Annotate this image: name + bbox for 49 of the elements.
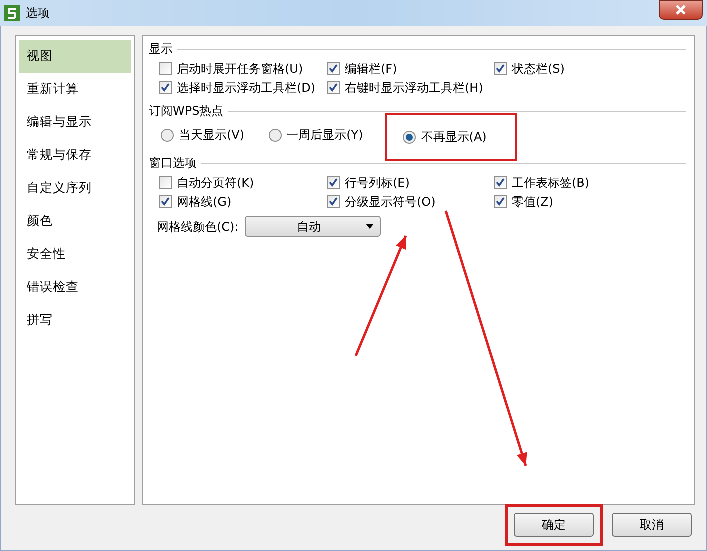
radio-button[interactable]: [403, 130, 416, 144]
sidebar-item[interactable]: 重新计算: [19, 73, 131, 106]
sidebar-item[interactable]: 颜色: [19, 205, 131, 238]
radio-button[interactable]: [161, 128, 174, 142]
checkbox[interactable]: [159, 195, 172, 208]
color-dropdown[interactable]: 自动: [244, 216, 381, 237]
app-icon: [4, 5, 20, 21]
sidebar-item[interactable]: 错误检查: [19, 271, 131, 304]
checkbox-label: 工作表标签(B): [512, 174, 590, 192]
field-label: 网格线颜色(C):: [157, 218, 239, 236]
radio-button[interactable]: [268, 128, 282, 142]
close-icon: [675, 5, 687, 15]
checkbox[interactable]: [494, 62, 507, 75]
window-title: 选项: [26, 5, 50, 22]
checkbox[interactable]: [494, 195, 507, 208]
sidebar-item[interactable]: 编辑与显示: [19, 106, 131, 139]
checkbox[interactable]: [159, 62, 172, 75]
sidebar-item[interactable]: 常规与保存: [19, 139, 131, 172]
checkbox-label: 行号列标(E): [345, 174, 410, 192]
radio-label: 一周后显示(Y): [286, 127, 364, 144]
checkbox[interactable]: [159, 81, 172, 94]
sidebar-item[interactable]: 拼写: [19, 304, 131, 337]
dialog-button[interactable]: 确定: [514, 513, 594, 537]
section-title: 显示: [149, 41, 173, 58]
section-title: 订阅WPS热点: [149, 103, 224, 120]
close-button[interactable]: [659, 0, 703, 20]
radio-label: 不再显示(A): [421, 129, 487, 146]
checkbox-label: 启动时展开任务窗格(U): [177, 60, 304, 78]
checkbox[interactable]: [327, 62, 340, 75]
dialog-button[interactable]: 取消: [612, 513, 692, 537]
checkbox-label: 分级显示符号(O): [345, 194, 436, 210]
checkbox-label: 右键时显示浮动工具栏(H): [345, 80, 484, 96]
checkbox[interactable]: [327, 81, 340, 94]
checkbox[interactable]: [159, 176, 172, 189]
checkbox-label: 状态栏(S): [512, 60, 565, 78]
checkbox[interactable]: [494, 176, 507, 189]
checkbox[interactable]: [327, 176, 340, 189]
sidebar-item[interactable]: 安全性: [19, 238, 131, 271]
checkbox-label: 编辑栏(F): [345, 60, 398, 78]
sidebar-item[interactable]: 视图: [19, 40, 131, 73]
sidebar-item[interactable]: 自定义序列: [19, 172, 131, 205]
radio-label: 当天显示(V): [179, 127, 245, 144]
checkbox-label: 网格线(G): [177, 194, 232, 210]
checkbox-label: 选择时显示浮动工具栏(D): [177, 80, 316, 96]
caret-icon: [366, 224, 374, 229]
checkbox[interactable]: [327, 195, 340, 208]
checkbox-label: 零值(Z): [512, 194, 554, 210]
checkbox-label: 自动分页符(K): [177, 174, 254, 192]
section-title: 窗口选项: [149, 155, 197, 172]
